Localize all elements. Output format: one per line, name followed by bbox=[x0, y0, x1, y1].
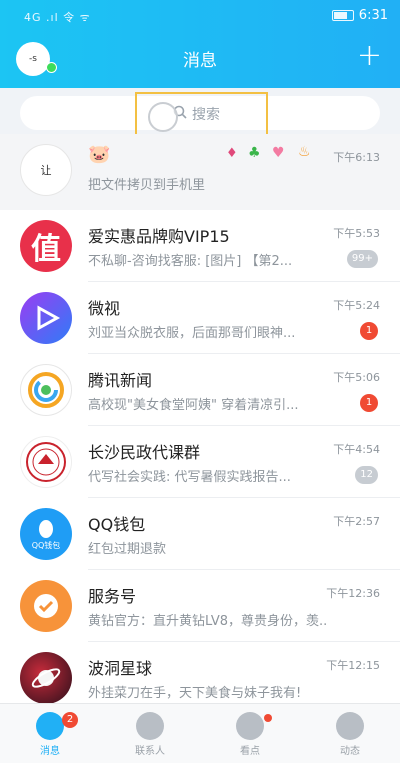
message-preview: 红包过期退款 bbox=[88, 542, 167, 557]
tab-moments[interactable]: 动态 bbox=[300, 704, 400, 763]
badge-check-icon bbox=[34, 594, 58, 618]
status-time: 6:31 bbox=[358, 8, 388, 23]
list-item[interactable]: 腾讯新闻 下午5:06 高校现"美女食堂阿姨" 穿着清凉引... 1 bbox=[0, 354, 400, 426]
flame-icon: ♨ bbox=[298, 144, 311, 160]
message-time: 下午6:13 bbox=[333, 151, 380, 164]
message-time: 下午5:24 bbox=[333, 299, 380, 312]
list-item[interactable]: 值 爱实惠品牌购VIP15 下午5:53 不私聊-咨询找客服: [图片] 【第2… bbox=[0, 210, 400, 282]
contacts-icon bbox=[136, 712, 164, 740]
tab-messages[interactable]: 消息 bbox=[0, 704, 100, 763]
touch-indicator bbox=[148, 102, 178, 132]
message-time: 下午2:57 bbox=[333, 515, 380, 528]
message-time: 下午12:36 bbox=[326, 587, 380, 600]
list-item[interactable]: 服务号 下午12:36 黄钻官方：直升黄钻LV8，尊贵身份，羡... bbox=[0, 570, 400, 642]
heart-icon: ♥ bbox=[272, 145, 285, 161]
school-seal-icon bbox=[26, 442, 66, 482]
clover-icon: ♣ bbox=[248, 145, 261, 161]
new-dot bbox=[264, 714, 272, 722]
sparkle-icon: ♦ bbox=[226, 146, 238, 161]
conversation-name: 长沙民政代课群 bbox=[88, 443, 201, 462]
planet-icon bbox=[31, 668, 61, 688]
page-title: 消息 bbox=[183, 51, 217, 71]
message-preview: 把文件拷贝到手机里 bbox=[88, 178, 206, 193]
conversation-name: 波洞星球 bbox=[88, 659, 153, 678]
message-time: 下午4:54 bbox=[333, 443, 380, 456]
avatar bbox=[20, 292, 72, 344]
avatar bbox=[20, 652, 72, 704]
message-preview: 高校现"美女食堂阿姨" 穿着清凉引... bbox=[88, 398, 299, 413]
tab-kandian[interactable]: 看点 bbox=[200, 704, 300, 763]
list-item[interactable]: 微视 下午5:24 刘亚当众脱衣服，后面那哥们眼神... 1 bbox=[0, 282, 400, 354]
pig-icon: 🐷 bbox=[88, 144, 111, 165]
message-preview: 代写社会实践: 代写暑假实践报告... bbox=[88, 470, 291, 485]
avatar: 让 bbox=[20, 144, 72, 196]
avatar: QQ钱包 bbox=[20, 508, 72, 560]
tab-badge: 2 bbox=[62, 712, 78, 728]
message-time: 下午5:06 bbox=[333, 371, 380, 384]
avatar: 值 bbox=[20, 220, 72, 272]
unread-badge: 12 bbox=[355, 466, 378, 484]
add-icon[interactable]: + bbox=[357, 38, 382, 73]
message-preview: 刘亚当众脱衣服，后面那哥们眼神... bbox=[88, 326, 296, 341]
unread-badge: 1 bbox=[360, 322, 378, 340]
list-item[interactable]: QQ钱包 QQ钱包 下午2:57 红包过期退款 bbox=[0, 498, 400, 570]
message-preview: 不私聊-咨询找客服: [图片] 【第2... bbox=[88, 254, 293, 269]
conversation-list: 搜索 让 🐷 ♦ ♣ ♥ ♨ 下午6:13 把文件拷贝到手机里 值 爱实惠品牌购… bbox=[0, 88, 400, 704]
unread-badge: 99+ bbox=[346, 250, 378, 268]
bottom-tab-bar: 消息 2 联系人 看点 动态 bbox=[0, 703, 400, 763]
message-time: 下午12:15 bbox=[326, 659, 380, 672]
conversation-name: 腾讯新闻 bbox=[88, 371, 153, 390]
status-bar: 4G .ıl 令 ᯤ 6:31 bbox=[0, 6, 400, 28]
play-icon bbox=[37, 305, 61, 331]
avatar bbox=[20, 436, 72, 488]
star-icon bbox=[336, 712, 364, 740]
tab-contacts[interactable]: 联系人 bbox=[100, 704, 200, 763]
battery-icon bbox=[331, 10, 354, 21]
message-preview: 外挂菜刀在手，天下美食与妹子我有! bbox=[88, 686, 302, 701]
conversation-name: 服务号 bbox=[88, 587, 137, 606]
eye-icon bbox=[236, 712, 264, 740]
conversation-name: 微视 bbox=[88, 299, 121, 318]
list-item[interactable]: 让 🐷 ♦ ♣ ♥ ♨ 下午6:13 把文件拷贝到手机里 bbox=[0, 134, 400, 210]
avatar bbox=[20, 580, 72, 632]
message-preview: 黄钻官方：直升黄钻LV8，尊贵身份，羡... bbox=[88, 614, 328, 629]
penguin-icon bbox=[39, 519, 53, 538]
conversation-name: QQ钱包 bbox=[88, 515, 146, 534]
news-logo-icon bbox=[28, 372, 64, 408]
unread-badge: 1 bbox=[360, 394, 378, 412]
conversation-name: 爱实惠品牌购VIP15 bbox=[88, 227, 230, 246]
top-bar: 4G .ıl 令 ᯤ 6:31 -s 消息 + bbox=[0, 0, 400, 88]
avatar bbox=[20, 364, 72, 416]
message-time: 下午5:53 bbox=[333, 227, 380, 240]
list-item[interactable]: 长沙民政代课群 下午4:54 代写社会实践: 代写暑假实践报告... 12 bbox=[0, 426, 400, 498]
search-area: 搜索 bbox=[0, 88, 400, 136]
message-icon bbox=[36, 712, 64, 740]
signal-indicators: 4G .ıl 令 ᯤ bbox=[24, 11, 91, 24]
